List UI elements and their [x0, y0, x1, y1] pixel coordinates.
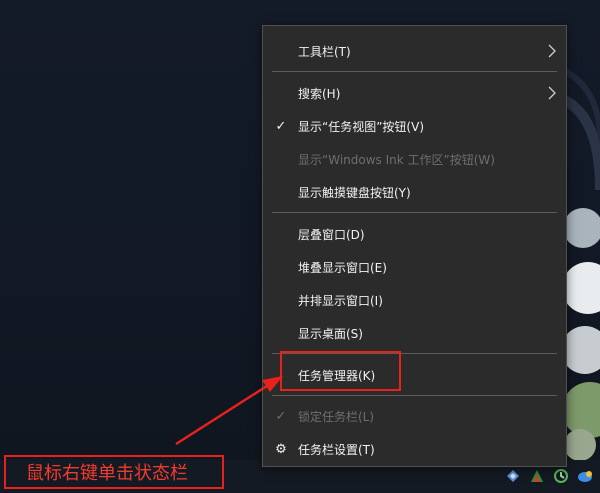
- menu-item-label: 显示“Windows Ink 工作区”按钮(W): [298, 152, 495, 167]
- menu-item-toolbars[interactable]: 工具栏(T): [263, 38, 566, 64]
- task-manager-highlight: [280, 351, 401, 391]
- chevron-right-icon: [548, 44, 556, 58]
- menu-item-label: 层叠窗口(D): [298, 227, 365, 242]
- menu-item-search[interactable]: 搜索(H): [263, 80, 566, 106]
- menu-item-label: 工具栏(T): [298, 44, 351, 59]
- menu-separator: [272, 395, 557, 396]
- app-icon[interactable]: [527, 466, 547, 486]
- menu-item-show-windows-ink: 显示“Windows Ink 工作区”按钮(W): [263, 146, 566, 172]
- menu-item-label: 显示“任务视图”按钮(V): [298, 119, 425, 134]
- wallpaper-circle: [563, 208, 600, 248]
- check-icon: ✓: [275, 408, 287, 424]
- taskbar-context-menu: 工具栏(T) 搜索(H) ✓ 显示“任务视图”按钮(V) 显示“Windows …: [262, 25, 567, 467]
- menu-item-taskbar-settings[interactable]: ⚙ 任务栏设置(T): [263, 436, 566, 462]
- menu-item-label: 堆叠显示窗口(E): [298, 260, 387, 275]
- chevron-right-icon: [548, 86, 556, 100]
- menu-item-label: 锁定任务栏(L): [298, 409, 375, 424]
- wallpaper-circle: [564, 429, 596, 461]
- menu-item-label: 显示触摸键盘按钮(Y): [298, 185, 411, 200]
- menu-item-label: 搜索(H): [298, 86, 341, 101]
- menu-item-show-task-view[interactable]: ✓ 显示“任务视图”按钮(V): [263, 113, 566, 139]
- network-icon[interactable]: [503, 466, 523, 486]
- menu-item-cascade-windows[interactable]: 层叠窗口(D): [263, 221, 566, 247]
- menu-separator: [272, 212, 557, 213]
- check-icon: ✓: [275, 118, 287, 134]
- menu-item-label: 并排显示窗口(I): [298, 293, 383, 308]
- cloud-icon[interactable]: [574, 466, 596, 486]
- gear-icon: ⚙: [275, 441, 287, 457]
- annotation-text: 鼠标右键单击状态栏: [26, 463, 188, 484]
- menu-item-label: 显示桌面(S): [298, 326, 363, 341]
- menu-item-stack-windows[interactable]: 堆叠显示窗口(E): [263, 254, 566, 280]
- menu-item-show-desktop[interactable]: 显示桌面(S): [263, 320, 566, 346]
- annotation-label: 鼠标右键单击状态栏: [4, 455, 224, 489]
- menu-separator: [272, 71, 557, 72]
- menu-item-lock-taskbar: ✓ 锁定任务栏(L): [263, 403, 566, 429]
- menu-item-show-touch-keyboard[interactable]: 显示触摸键盘按钮(Y): [263, 179, 566, 205]
- menu-item-label: 任务栏设置(T): [298, 442, 375, 457]
- wallpaper-circle: [562, 262, 600, 314]
- sync-icon[interactable]: [551, 466, 571, 486]
- menu-item-side-by-side-windows[interactable]: 并排显示窗口(I): [263, 287, 566, 313]
